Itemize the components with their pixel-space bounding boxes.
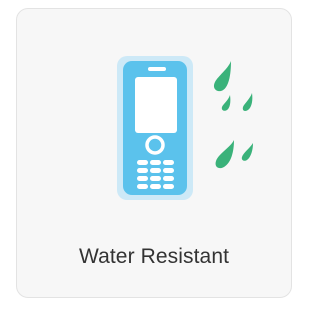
water-resistant-phone-icon xyxy=(117,56,253,200)
feature-card: Water Resistant xyxy=(16,8,292,298)
phone-screen xyxy=(135,77,177,133)
water-drops-icon xyxy=(213,61,253,169)
feature-label: Water Resistant xyxy=(78,245,230,268)
phone-earpiece xyxy=(148,67,166,71)
